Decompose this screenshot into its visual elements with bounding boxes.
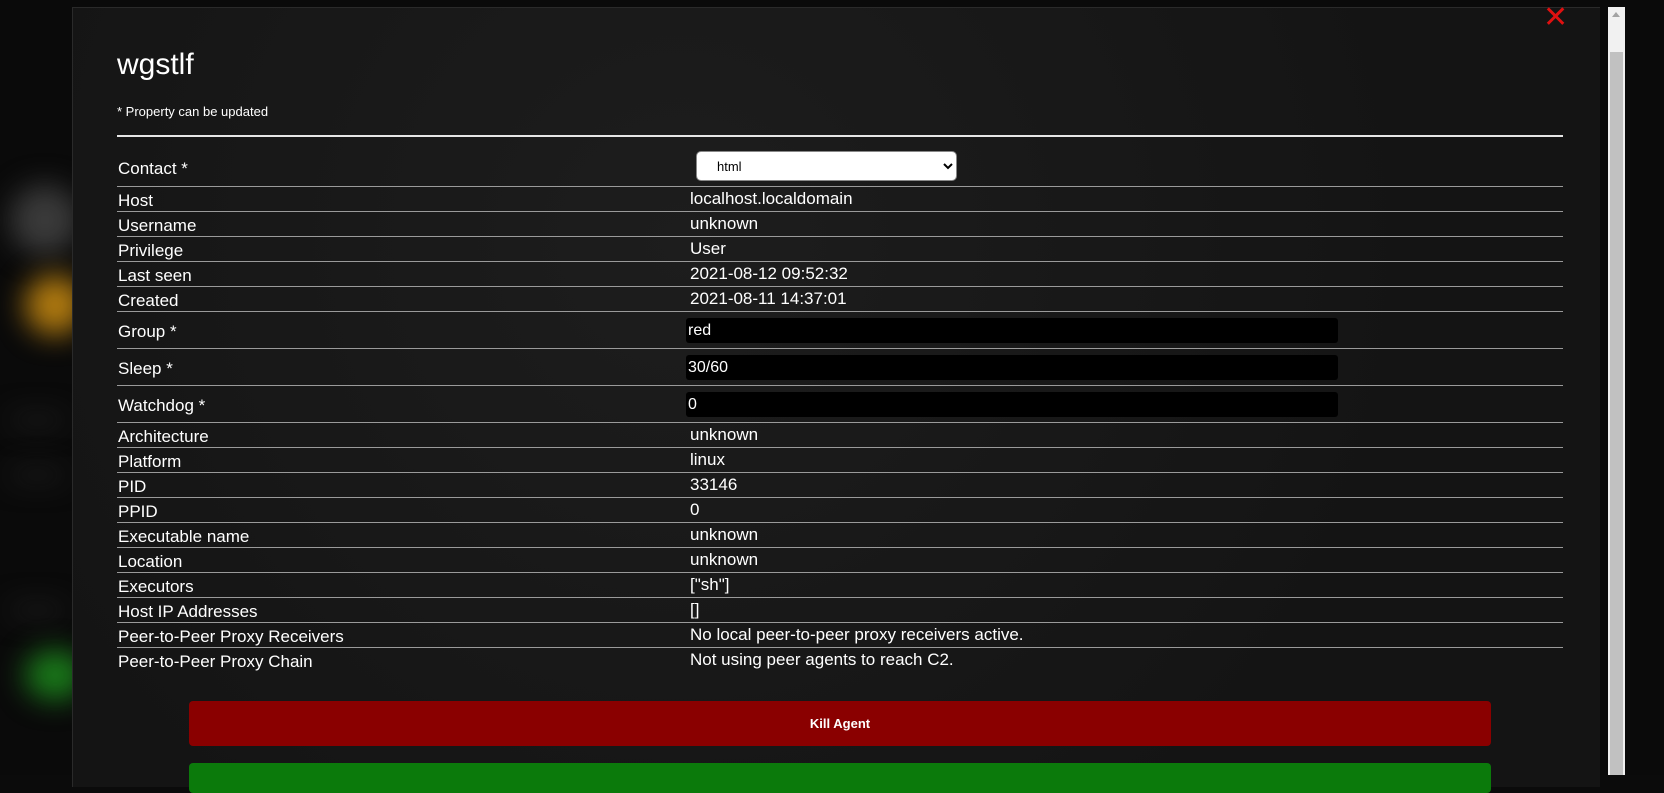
property-row-platform: Platform linux	[117, 448, 1563, 473]
property-row-last-seen: Last seen 2021-08-12 09:52:32	[117, 262, 1563, 287]
property-label: PID	[118, 477, 147, 496]
property-value: User	[690, 239, 726, 258]
property-row-created: Created 2021-08-11 14:37:01	[117, 287, 1563, 312]
property-value: linux	[690, 450, 725, 469]
watchdog-input[interactable]	[686, 392, 1338, 417]
property-value: unknown	[690, 525, 759, 544]
property-row-p2p-chain: Peer-to-Peer Proxy Chain Not using peer …	[117, 648, 1563, 673]
property-label: Location	[118, 552, 183, 571]
group-input[interactable]	[686, 318, 1338, 343]
property-value: 2021-08-11 14:37:01	[690, 289, 847, 308]
property-value: unknown	[690, 214, 759, 233]
property-value: Not using peer agents to reach C2.	[690, 650, 954, 669]
property-row-group: Group *	[117, 312, 1563, 349]
property-row-executors: Executors ["sh"]	[117, 573, 1563, 598]
scroll-up-arrow-icon[interactable]	[1612, 12, 1620, 17]
property-label: Peer-to-Peer Proxy Receivers	[118, 627, 344, 646]
property-row-host: Host localhost.localdomain	[117, 187, 1563, 212]
scrollbar-thumb[interactable]	[1610, 52, 1623, 775]
property-label: Sleep *	[118, 359, 173, 378]
blurred-background-element	[10, 605, 65, 615]
updatable-note: * Property can be updated	[117, 104, 269, 119]
property-row-username: Username unknown	[117, 212, 1563, 237]
property-value: 33146	[690, 475, 738, 494]
property-label: Created	[118, 291, 179, 310]
property-row-ppid: PPID 0	[117, 498, 1563, 523]
property-label: Username	[118, 216, 197, 235]
property-label: Architecture	[118, 427, 209, 446]
property-row-privilege: Privilege User	[117, 237, 1563, 262]
blurred-background-element	[10, 415, 65, 425]
property-row-pid: PID 33146	[117, 473, 1563, 498]
property-value: localhost.localdomain	[690, 189, 853, 208]
property-row-p2p-receivers: Peer-to-Peer Proxy Receivers No local pe…	[117, 623, 1563, 648]
property-label: Executable name	[118, 527, 250, 546]
property-value: ["sh"]	[690, 575, 730, 594]
property-label: Host IP Addresses	[118, 602, 258, 621]
sleep-input[interactable]	[686, 355, 1338, 380]
property-label: Host	[118, 191, 153, 210]
agent-properties-table: Contact * html Host localhost.localdomai…	[117, 150, 1563, 673]
property-row-contact: Contact * html	[117, 150, 1563, 187]
property-value: unknown	[690, 550, 759, 569]
property-label: PPID	[118, 502, 158, 521]
kill-agent-button[interactable]: Kill Agent	[189, 701, 1491, 746]
property-row-watchdog: Watchdog *	[117, 386, 1563, 423]
property-row-location: Location unknown	[117, 548, 1563, 573]
property-row-sleep: Sleep *	[117, 349, 1563, 386]
property-label: Privilege	[118, 241, 184, 260]
property-label: Last seen	[118, 266, 192, 285]
property-label: Peer-to-Peer Proxy Chain	[118, 652, 313, 671]
contact-select[interactable]: html	[696, 151, 957, 181]
property-value: No local peer-to-peer proxy receivers ac…	[690, 625, 1024, 644]
divider	[117, 135, 1563, 137]
property-value: []	[690, 600, 700, 619]
modal-title: wgstlf	[117, 48, 194, 81]
close-icon[interactable]: ✕	[1543, 3, 1568, 33]
property-row-architecture: Architecture unknown	[117, 423, 1563, 448]
blurred-background-element	[10, 470, 65, 480]
property-label: Contact *	[118, 159, 188, 178]
green-action-button[interactable]	[189, 763, 1491, 793]
property-value: unknown	[690, 425, 759, 444]
blurred-background-element	[10, 185, 80, 255]
property-label: Watchdog *	[118, 396, 206, 415]
vertical-scrollbar[interactable]	[1608, 7, 1625, 775]
property-label: Group *	[118, 322, 177, 341]
property-row-executable-name: Executable name unknown	[117, 523, 1563, 548]
property-value: 0	[690, 500, 700, 519]
property-row-host-ips: Host IP Addresses []	[117, 598, 1563, 623]
property-value: 2021-08-12 09:52:32	[690, 264, 848, 283]
property-label: Executors	[118, 577, 194, 596]
property-label: Platform	[118, 452, 182, 471]
